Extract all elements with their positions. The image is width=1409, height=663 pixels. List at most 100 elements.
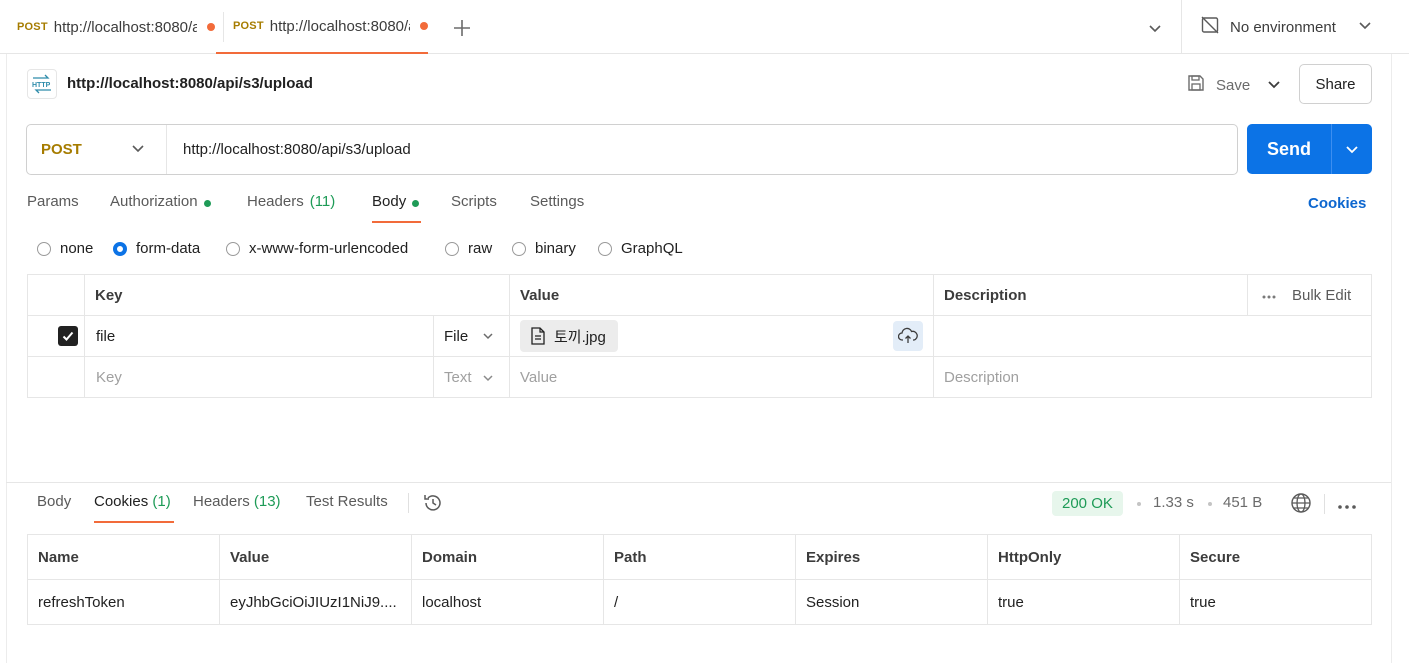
tab-label: Headers [247,193,304,210]
history-icon[interactable] [422,492,444,514]
key-type-selector[interactable]: File [434,316,510,357]
new-type-selector[interactable]: Text [434,357,510,398]
type-chevron-icon [483,374,493,381]
tab-count: (11) [309,193,336,210]
column-header-description: Description [934,275,1248,316]
more-options-icon[interactable] [1262,287,1276,304]
radio-none[interactable]: none [37,240,93,257]
svg-text:HTTP: HTTP [32,82,51,89]
method-chevron-icon [130,140,146,160]
response-more-icon[interactable] [1337,499,1357,509]
tab-settings[interactable]: Settings [530,193,584,223]
column-header-expires: Expires [796,535,988,580]
response-divider [6,482,1391,483]
type-chevron-icon [483,333,493,340]
send-options-chevron-icon[interactable] [1332,141,1372,157]
tab-authorization[interactable]: Authorization [110,193,211,223]
response-tab-test-results[interactable]: Test Results [306,493,388,523]
tab-method: POST [233,20,264,32]
radio-circle [37,241,51,256]
cookie-name-cell: refreshToken [28,580,220,624]
radio-raw[interactable]: raw [445,240,492,257]
response-tab-body[interactable]: Body [37,493,71,523]
radio-urlencoded[interactable]: x-www-form-urlencoded [226,240,408,257]
tab-url: http://localhost:8080/a [53,18,197,36]
header-checkbox-cell [28,275,85,316]
meta-separator [1137,502,1141,506]
column-header-path: Path [604,535,796,580]
new-key-input[interactable]: Key [85,357,434,398]
status-dot [203,200,211,207]
column-header-domain: Domain [412,535,604,580]
send-button-group: Send [1247,124,1372,174]
empty-row-checkbox-cell [28,357,85,398]
send-button[interactable]: Send [1247,139,1331,160]
bulk-edit-button[interactable]: Bulk Edit [1292,287,1351,304]
request-title[interactable]: http://localhost:8080/api/s3/upload [67,75,313,92]
save-icon [1186,73,1206,97]
method-label: POST [41,141,82,158]
radio-form-data[interactable]: form-data [113,240,200,257]
environment-chevron-icon [1357,17,1373,37]
radio-label: form-data [136,240,201,257]
tabs-dropdown-chevron-icon[interactable] [1146,19,1164,37]
response-time: 1.33 s [1153,494,1194,511]
tab-count: (13) [253,493,281,510]
radio-circle [512,241,526,256]
column-header-value: Value [220,535,412,580]
radio-binary[interactable]: binary [512,240,576,257]
upload-cloud-icon[interactable] [893,321,923,351]
right-border [1391,54,1392,663]
radio-circle-selected [113,241,127,256]
selected-file-chip[interactable]: 토끼.jpg [520,320,618,352]
cookies-link[interactable]: Cookies [1308,195,1366,212]
tab-scripts[interactable]: Scripts [451,193,497,223]
globe-icon[interactable] [1290,492,1312,514]
tab-label: Settings [530,193,585,210]
cookie-path-cell: / [604,580,796,624]
method-selector[interactable]: POST [27,125,167,174]
meta-separator [1208,502,1212,506]
tab-label: Params [27,193,79,210]
bulk-edit-area: Bulk Edit [1248,275,1372,316]
row-enabled-checkbox[interactable] [58,326,78,346]
tab-count: (1) [152,493,171,510]
response-tab-headers[interactable]: Headers (13) [193,493,281,523]
radio-label: raw [468,240,493,257]
cookie-expires-cell: Session [796,580,988,624]
new-tab-plus-icon[interactable] [452,18,472,38]
file-name: 토끼.jpg [554,328,606,346]
share-button[interactable]: Share [1299,64,1372,104]
save-options-chevron-icon[interactable] [1260,68,1288,100]
request-tab-1[interactable]: POST http://localhost:8080/a [0,0,215,54]
radio-graphql[interactable]: GraphQL [598,240,683,257]
value-cell: 토끼.jpg [510,316,934,357]
request-tab-2[interactable]: POST http://localhost:8080/a [216,0,428,54]
unsaved-dot [420,22,428,30]
column-header-httponly: HttpOnly [988,535,1180,580]
tab-params[interactable]: Params [27,193,79,223]
tab-headers[interactable]: Headers (11) [247,193,335,223]
column-header-value: Value [510,275,934,316]
key-input[interactable]: file [85,316,434,357]
column-header-secure: Secure [1180,535,1372,580]
radio-label: GraphQL [621,240,683,257]
tab-body[interactable]: Body [372,193,421,223]
file-icon [531,327,545,345]
description-input[interactable] [934,316,1372,357]
radio-label: none [60,240,94,257]
response-tab-cookies[interactable]: Cookies (1) [94,493,174,523]
form-data-table: Key Value Description Bulk Edit file Fil… [27,274,1372,398]
new-description-input[interactable]: Description [934,357,1372,398]
tab-label: Cookies [94,493,149,510]
save-button[interactable]: Save [1186,72,1250,98]
tab-method: POST [17,21,48,33]
new-value-input[interactable]: Value [510,357,934,398]
unsaved-dot [207,23,215,31]
tab-label: Scripts [451,193,497,210]
tab-url: http://localhost:8080/a [269,17,410,35]
meta-divider [1324,494,1325,514]
cookie-value-cell: eyJhbGciOiJIUzI1NiJ9.... [220,580,412,624]
url-input[interactable] [167,125,1237,174]
environment-selector[interactable]: No environment [1181,0,1391,54]
